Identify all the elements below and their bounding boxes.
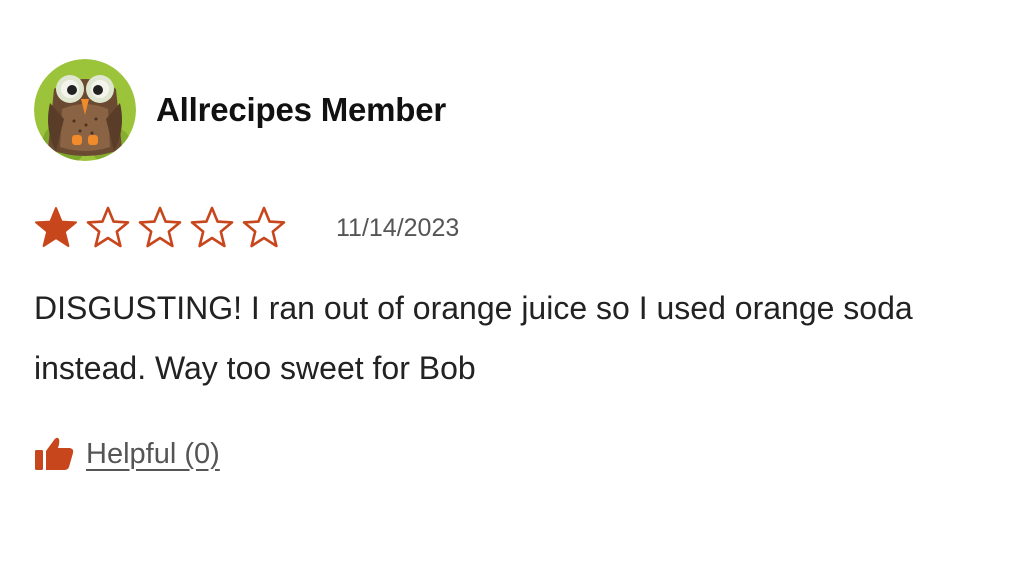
star-empty-icon — [190, 206, 234, 248]
author-avatar — [34, 59, 136, 161]
helpful-row[interactable]: Helpful (0) — [34, 436, 994, 472]
helpful-button[interactable]: Helpful (0) — [86, 438, 220, 471]
review-text: DISGUSTING! I ran out of orange juice so… — [34, 290, 913, 386]
star-empty-icon — [86, 206, 130, 248]
star-rating — [34, 206, 286, 250]
rating-row: 11/14/2023 — [34, 206, 994, 250]
owl-avatar-icon — [34, 59, 136, 161]
star-empty-icon — [138, 206, 182, 248]
review-card: Allrecipes Member 11/14/2023 DISGUSTING!… — [34, 58, 994, 472]
review-author-row: Allrecipes Member — [34, 58, 994, 162]
review-date: 11/14/2023 — [336, 213, 460, 242]
thumbs-up-icon[interactable] — [34, 436, 74, 472]
star-filled-icon — [35, 207, 77, 247]
author-name: Allrecipes Member — [156, 91, 447, 128]
star-empty-icon — [242, 206, 286, 248]
